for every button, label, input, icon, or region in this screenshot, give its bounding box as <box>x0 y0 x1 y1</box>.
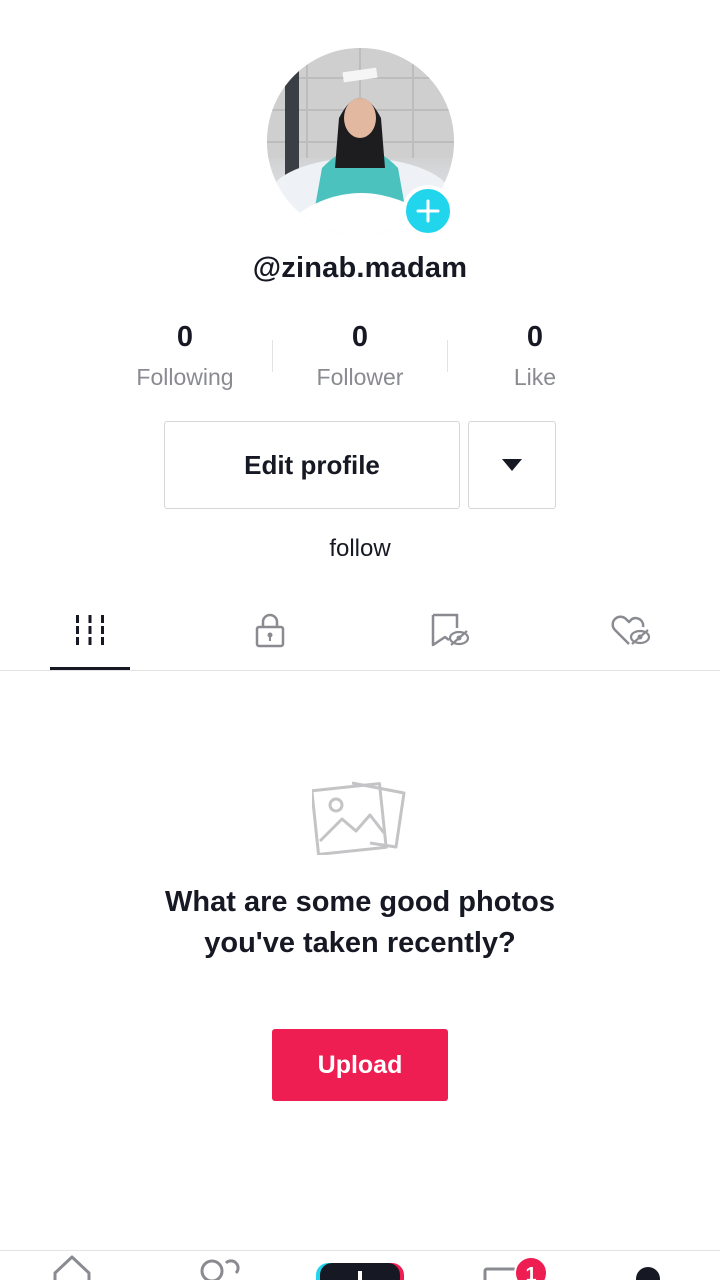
caret-down-icon <box>502 459 522 471</box>
upload-button[interactable]: Upload <box>272 1029 448 1101</box>
grid-icon <box>76 615 104 645</box>
stat-follower-label: Follower <box>316 364 404 390</box>
tab-saved[interactable] <box>360 590 540 670</box>
stat-follower[interactable]: 0 Follower <box>280 318 440 391</box>
friends-icon <box>200 1259 240 1280</box>
create-icon <box>316 1263 404 1280</box>
lock-icon <box>255 613 285 648</box>
tab-videos[interactable] <box>0 590 180 670</box>
bottom-nav <box>0 1250 720 1280</box>
stat-following-value: 0 <box>176 321 194 353</box>
nav-profile[interactable] <box>632 1251 664 1280</box>
stat-divider <box>272 340 273 372</box>
add-avatar-button[interactable] <box>402 185 454 237</box>
bookmark-hidden-icon <box>431 613 470 647</box>
empty-state-icon <box>310 775 408 860</box>
stat-like-label: Like <box>513 364 557 390</box>
empty-state-message: What are some good photos you've taken r… <box>165 886 555 959</box>
stats-row: 0 Following 0 Follower 0 Like <box>0 318 720 398</box>
stat-follower-value: 0 <box>351 321 369 353</box>
stat-following-label: Following <box>136 364 234 390</box>
stat-like[interactable]: 0 Like <box>455 318 615 391</box>
avatar-container[interactable] <box>267 48 454 237</box>
nav-home[interactable] <box>52 1251 92 1280</box>
profile-tabs <box>0 590 720 671</box>
edit-profile-button[interactable]: Edit profile <box>164 421 460 509</box>
profile-icon <box>636 1267 660 1280</box>
plus-icon <box>416 199 440 223</box>
active-tab-indicator <box>50 667 130 670</box>
username: @zinab.madam <box>252 252 468 284</box>
heart-hidden-icon <box>611 615 651 645</box>
stat-like-value: 0 <box>526 321 544 353</box>
nav-create[interactable] <box>316 1251 404 1280</box>
more-options-button[interactable] <box>468 421 556 509</box>
stat-following[interactable]: 0 Following <box>105 318 265 391</box>
photos-icon <box>310 781 406 856</box>
tab-liked[interactable] <box>540 590 720 670</box>
tab-private[interactable] <box>180 590 360 670</box>
stat-divider <box>447 340 448 372</box>
follow-link[interactable]: follow <box>0 535 720 563</box>
home-icon <box>53 1255 91 1280</box>
nav-friends[interactable] <box>196 1251 242 1280</box>
